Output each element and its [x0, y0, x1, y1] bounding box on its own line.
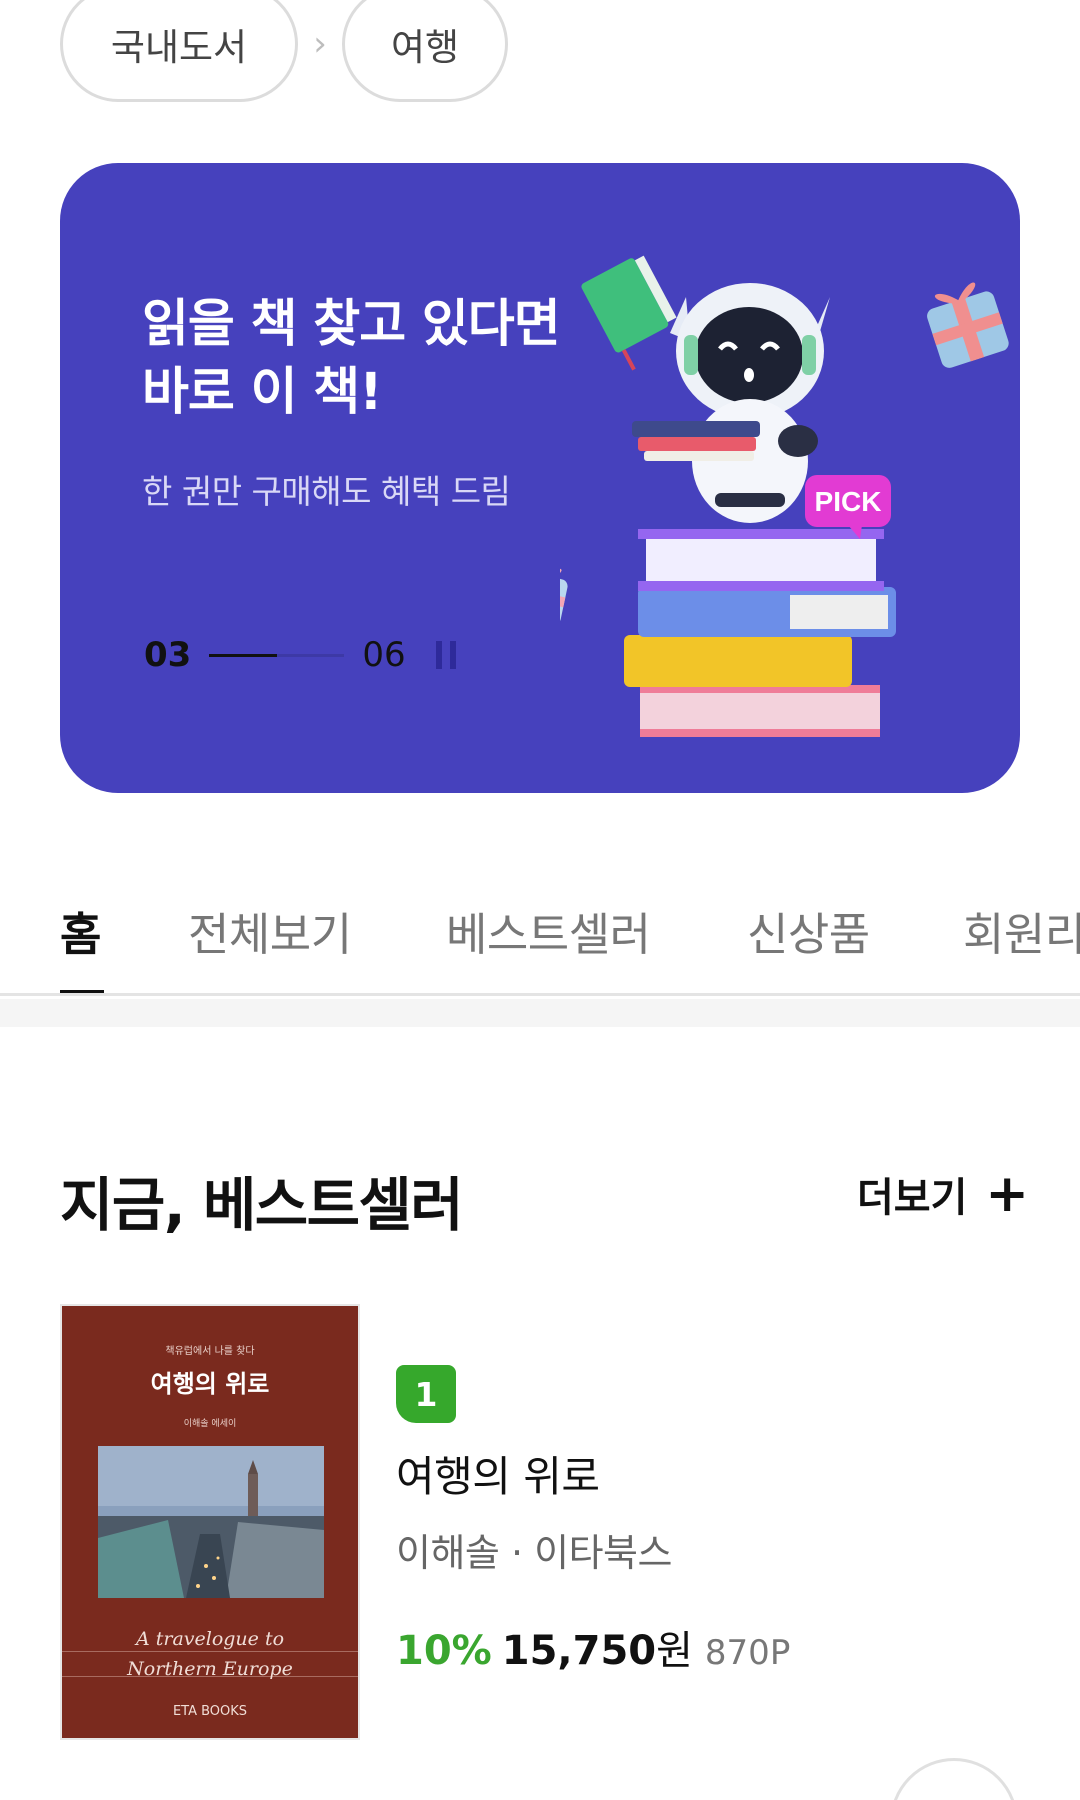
section-title: 지금, 베스트셀러 [60, 1171, 464, 1239]
cover-subtitle: A travelogue to Northern Europe [62, 1624, 358, 1684]
book-title[interactable]: 여행의 위로 [396, 1443, 600, 1504]
promo-banner[interactable]: 읽을 책 찾고 있다면 바로 이 책! 한 권만 구매해도 혜택 드림 03 0… [60, 163, 1020, 793]
breadcrumb-item-travel[interactable]: 여행 [342, 0, 508, 102]
pager-current: 03 [144, 635, 192, 675]
banner-title: 읽을 책 찾고 있다면 바로 이 책! [142, 291, 602, 427]
publisher-logo: ETA BOOKS [172, 1704, 248, 1719]
book-cover[interactable]: 책유럽에서 나를 찾다 여행의 위로 이해솔 에세이 A travelogue … [60, 1304, 360, 1740]
pager-progress-track [209, 653, 345, 657]
pager-total: 06 [362, 635, 406, 675]
breadcrumb-item-label: 국내도서 [110, 26, 248, 69]
more-button[interactable]: 더보기 + [857, 1165, 1029, 1223]
book-author-publisher: 이해솔 · 이타북스 [396, 1531, 672, 1575]
pager-progress-fill [209, 653, 277, 657]
cover-city-photo [98, 1446, 324, 1598]
breadcrumb-separator-icon: › [313, 24, 327, 64]
tab-members[interactable]: 회원리 [963, 898, 1080, 963]
breadcrumb-item-label: 여행 [390, 26, 460, 69]
pause-icon[interactable] [435, 641, 456, 669]
discount-rate: 10% [396, 1628, 492, 1674]
reward-points: 870P [704, 1633, 791, 1673]
breadcrumb: 국내도서 › 여행 [60, 0, 508, 102]
tab-active-indicator [60, 990, 104, 993]
rank-badge: 1 [396, 1365, 456, 1423]
robot-books-illustration: PICK [560, 255, 1009, 737]
tab-new-products[interactable]: 신상품 [747, 898, 870, 963]
cover-top-text: 책유럽에서 나를 찾다 [165, 1346, 255, 1357]
pick-label: PICK [815, 486, 882, 517]
plus-icon: + [985, 1164, 1029, 1224]
banner-title-line1: 읽을 책 찾고 있다면 [142, 295, 561, 354]
more-label: 더보기 [857, 1175, 968, 1221]
category-tabs: 홈 전체보기 베스트셀러 신상품 회원리 [0, 868, 1080, 996]
tab-all[interactable]: 전체보기 [188, 898, 352, 963]
banner-pager: 03 06 [144, 635, 456, 675]
page: 국내도서 › 여행 읽을 책 찾고 있다면 바로 이 책! 한 권만 구매해도 … [0, 0, 1080, 1800]
currency-unit: 원 [656, 1628, 693, 1674]
book-icon [581, 255, 677, 371]
scroll-top-button[interactable] [890, 1758, 1018, 1800]
cover-author: 이해솔 에세이 [183, 1419, 237, 1429]
cover-script-line1: A travelogue to [135, 1628, 285, 1650]
breadcrumb-item-domestic-books[interactable]: 국내도서 [60, 0, 298, 102]
cover-title: 여행의 위로 [150, 1370, 270, 1398]
banner-title-line2: 바로 이 책! [142, 363, 382, 422]
gift-icon [560, 568, 568, 625]
book-stack [624, 529, 896, 737]
tab-home[interactable]: 홈 [60, 898, 101, 963]
price-row: 10% 15,750 원 870P [396, 1618, 790, 1676]
tab-bestseller[interactable]: 베스트셀러 [446, 898, 651, 963]
cover-script-line2: Northern Europe [127, 1658, 293, 1680]
section-divider [0, 999, 1080, 1027]
sale-price: 15,750 [501, 1628, 657, 1674]
banner-subtitle: 한 권만 구매해도 혜택 드림 [142, 472, 511, 511]
gift-icon [927, 282, 1009, 368]
